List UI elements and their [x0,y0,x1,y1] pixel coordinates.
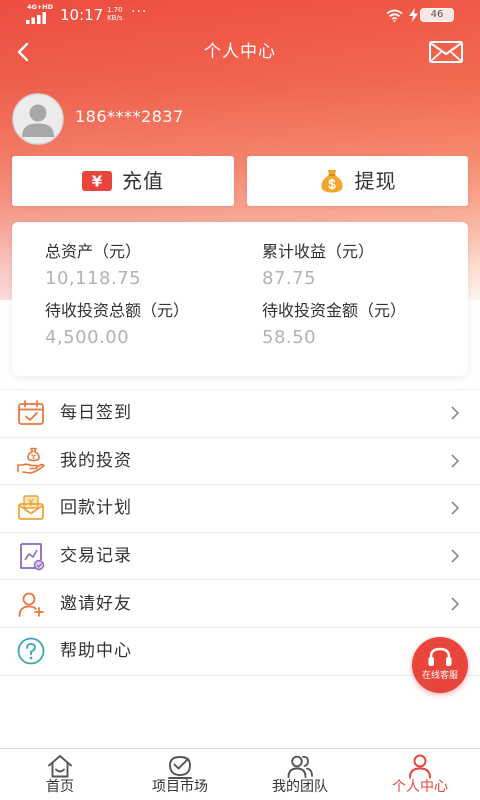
menu-item-my-investment[interactable]: 我的投资 [0,437,480,486]
chevron-right-icon [451,597,460,611]
money-bag-icon [321,170,342,193]
battery-indicator: 46 [420,8,454,22]
recharge-label: 充值 [122,169,164,193]
charging-icon [409,8,418,22]
asset-pending-amount[interactable]: 待收投资金额（元） 58.50 [262,300,468,349]
menu-item-invite-friends[interactable]: 邀请好友 [0,580,480,628]
network-speed-unit: KB/s [107,14,123,22]
yuan-badge-icon: ¥ [82,171,112,191]
signal-indicator: 4G+HD [26,4,54,24]
menu-item-label: 回款计划 [60,498,132,519]
clock-time: 10:17 [60,6,104,24]
avatar-placeholder-icon[interactable] [12,93,64,145]
network-type-label: 4G+HD [27,3,54,11]
hand-money-icon [17,447,45,474]
calendar-check-icon [18,400,44,426]
asset-pending-principal-label: 待收投资总额（元） [45,301,190,320]
asset-total-label: 总资产（元） [45,242,142,261]
chevron-right-icon [451,406,460,420]
menu-item-label: 帮助中心 [60,641,132,662]
online-support-button[interactable]: 在线客服 [412,637,468,693]
nav-item-profile[interactable]: 个人中心 [360,749,480,800]
asset-pending-principal-value: 4,500.00 [45,327,130,348]
more-notifications: ··· [131,4,148,20]
envelope-coin-icon [18,495,44,521]
profile-menu-list: 每日签到 我的投资 回款计划 交易记录 邀请好友 帮助中心 [0,389,480,676]
asset-pending-amount-value: 58.50 [262,327,317,348]
yuan-glyph: ¥ [92,173,103,191]
online-support-label: 在线客服 [421,671,458,681]
menu-item-label: 交易记录 [60,546,132,567]
menu-item-label: 我的投资 [60,450,132,471]
wifi-icon [386,9,403,22]
asset-cumulative-income-value: 87.75 [262,268,317,289]
chevron-right-icon [451,549,460,563]
menu-item-transaction-records[interactable]: 交易记录 [0,532,480,581]
bottom-navigation: 首页 项目市场 我的团队 个人中心 [0,748,480,800]
withdraw-button[interactable]: 提现 [247,156,468,206]
recharge-button[interactable]: ¥ 充值 [12,156,234,206]
menu-item-help-center[interactable]: 帮助中心 [0,627,480,676]
menu-item-daily-checkin[interactable]: 每日签到 [0,390,480,438]
nav-label: 我的团队 [272,779,328,795]
add-friend-icon [18,592,44,617]
nav-label: 个人中心 [392,779,448,795]
market-icon [168,756,192,779]
profile-icon [409,754,431,779]
asset-cumulative-income-label: 累计收益（元） [262,242,375,261]
nav-item-market[interactable]: 项目市场 [120,749,240,800]
team-icon [287,755,313,778]
withdraw-label: 提现 [354,169,397,193]
asset-total-value: 10,118.75 [45,268,142,289]
asset-pending-amount-label: 待收投资金额（元） [262,301,407,320]
user-phone-number: 186****2837 [75,107,184,126]
nav-label: 项目市场 [152,779,208,795]
chart-document-icon [20,543,45,571]
nav-item-home[interactable]: 首页 [0,749,120,800]
chevron-right-icon [451,454,460,468]
asset-summary-card: 总资产（元） 10,118.75 累计收益（元） 87.75 待收投资总额（元）… [12,222,468,376]
signal-bars-icon [26,12,46,24]
menu-item-repayment-plan[interactable]: 回款计划 [0,485,480,533]
page-title: 个人中心 [204,42,276,62]
menu-item-label: 邀请好友 [60,593,132,614]
asset-total[interactable]: 总资产（元） 10,118.75 [45,241,262,290]
nav-label: 首页 [46,779,74,795]
network-speed-value: 1.70 [107,6,123,14]
help-icon [17,637,45,665]
headset-icon [428,647,452,666]
nav-item-team[interactable]: 我的团队 [240,749,360,800]
network-speed: 1.70 KB/s [107,6,123,22]
home-icon [48,755,72,778]
menu-item-label: 每日签到 [60,403,132,424]
asset-cumulative-income[interactable]: 累计收益（元） 87.75 [262,241,468,290]
asset-pending-principal[interactable]: 待收投资总额（元） 4,500.00 [45,300,262,349]
mail-icon[interactable] [429,41,463,63]
status-bar: 4G+HD 10:17 1.70 KB/s ··· 46 [0,0,480,30]
chevron-right-icon [451,501,460,516]
